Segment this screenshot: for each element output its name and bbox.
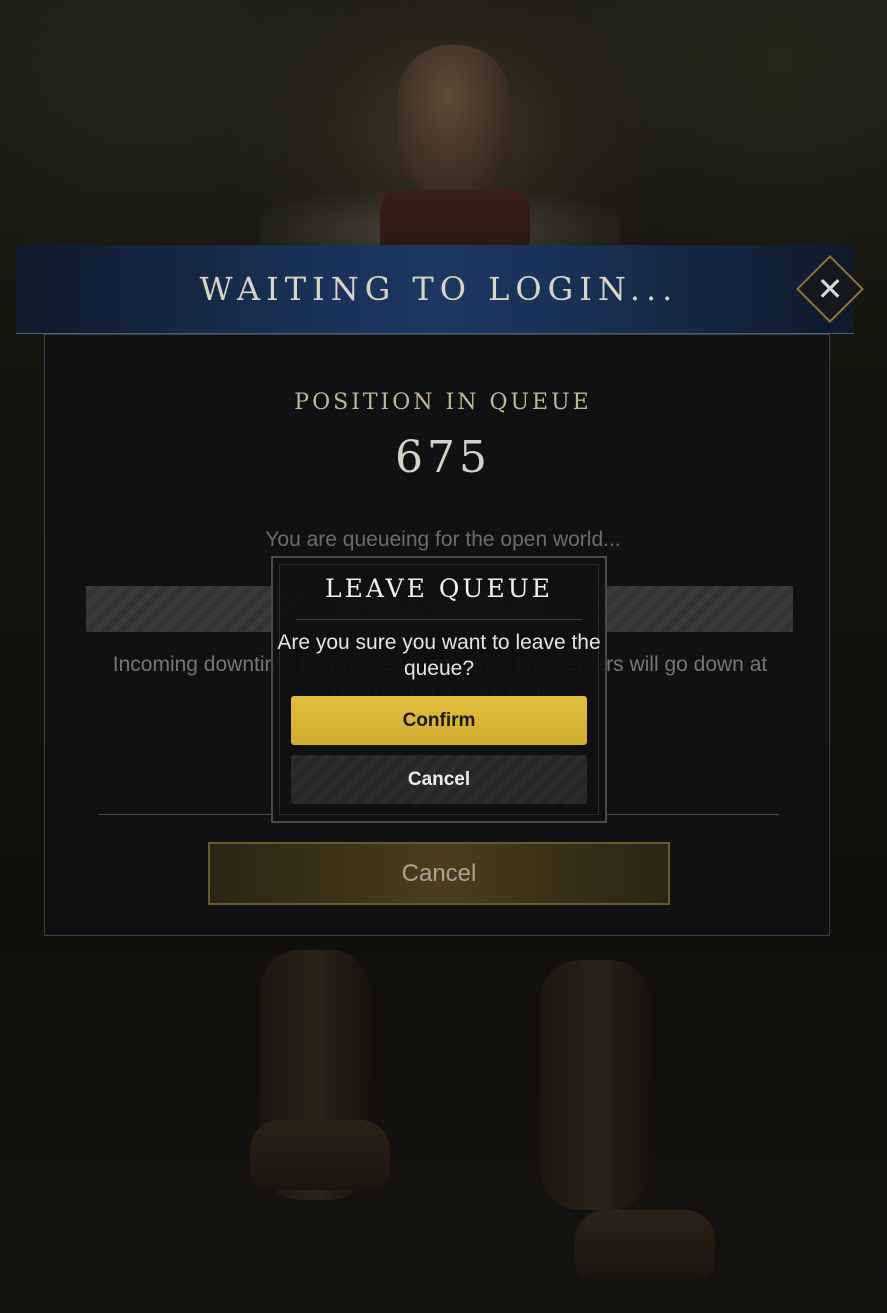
stone-ground [0,960,887,1313]
character-scarf [380,190,530,250]
leave-queue-cancel-button[interactable]: Cancel [208,842,670,905]
queue-position-value: 675 [395,432,491,483]
queue-position-label: POSITION IN QUEUE [294,390,592,415]
leave-queue-dialog-title: LEAVE QUEUE [324,574,554,603]
confirm-button[interactable]: Confirm [291,696,587,745]
leave-queue-dialog-message: Are you sure you want to leave the queue… [277,631,601,680]
character-head [398,45,510,195]
dialog-cancel-button[interactable]: Cancel [291,755,587,804]
close-icon[interactable]: ✕ [806,265,854,313]
queue-status-message: You are queueing for the open world... [265,528,621,551]
character-left-boot [250,1120,390,1190]
character-right-leg [540,960,650,1210]
character-right-boot [575,1210,715,1280]
login-window-title: WAITING TO LOGIN... [199,270,679,308]
leave-queue-dialog-divider [296,619,582,620]
